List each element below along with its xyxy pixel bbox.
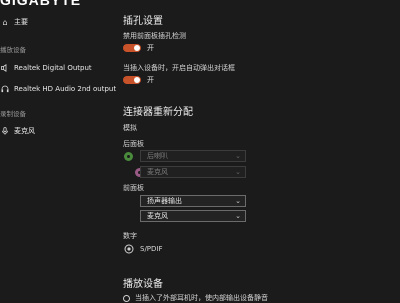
chevron-down-icon: ⌄ [235,152,241,160]
chevron-down-icon: ⌄ [235,212,241,220]
select-value: 麦克风 [147,212,168,220]
sidebar-item-label: 麦克风 [14,127,35,135]
sidebar-item-label: 主要 [14,18,28,26]
toggle-state-label: 开 [147,44,154,52]
sidebar-item-home[interactable]: ⌂ 主要 [0,16,28,28]
spdif-label: S/PDIF [140,245,163,253]
chevron-down-icon: ⌄ [235,197,241,205]
sidebar-item-realtek-digital-output[interactable]: Realtek Digital Output [0,62,92,74]
rear-jack-1-select[interactable]: 后喇叭 ⌄ [140,150,246,162]
sidebar-item-realtek-hd-audio-2nd-output[interactable]: Realtek HD Audio 2nd output [0,83,116,95]
select-value: 麦克风 [147,168,168,176]
speaker-icon [0,63,10,73]
connector-reassign-title: 连接器重新分配 [123,107,193,118]
sidebar-section-recording: 录制设备 [0,110,26,118]
front-jack-2-select[interactable]: 麦克风 ⌄ [140,210,246,222]
sidebar-item-label: Realtek HD Audio 2nd output [14,85,117,93]
popup-on-insert-toggle[interactable] [123,76,141,84]
disable-front-detect-label: 禁用前面板插孔检测 [123,32,186,40]
rear-jack-green-icon [124,152,133,161]
toggle-state-label: 开 [147,76,154,84]
rear-jack-2-select[interactable]: 麦克风 ⌄ [140,166,246,178]
jack-settings-title: 插孔设置 [123,16,163,27]
playback-devices-title: 播放设备 [123,279,163,290]
rear-panel-label: 后面板 [123,140,144,148]
mute-internal-option-label: 当插入了外部耳机时，使内部输出设备静音 [135,294,268,302]
disable-front-detect-toggle-row: 开 [123,43,154,53]
home-icon: ⌂ [2,17,8,27]
sidebar-item-label: Realtek Digital Output [14,64,92,72]
popup-on-insert-toggle-row: 开 [123,75,154,85]
disable-front-detect-toggle[interactable] [123,44,141,52]
microphone-icon [0,126,10,136]
spdif-jack-icon [124,244,134,256]
select-value: 后喇叭 [147,152,168,160]
front-panel-label: 前面板 [123,184,144,192]
chevron-down-icon: ⌄ [235,168,241,176]
sidebar-section-playback: 播放设备 [0,46,26,54]
select-value: 扬声器输出 [147,197,182,205]
front-jack-1-select[interactable]: 扬声器输出 ⌄ [140,195,246,207]
sidebar-item-microphone[interactable]: 麦克风 [0,125,35,137]
headphones-icon [0,84,10,94]
digital-label: 数字 [123,232,137,240]
mute-internal-option[interactable]: 当插入了外部耳机时，使内部输出设备静音 [123,293,268,303]
analog-label: 模拟 [123,124,137,132]
radio-button[interactable] [123,294,130,302]
popup-on-insert-label: 当插入设备时，开启自动弹出对话框 [123,64,235,72]
brand-logo: GIGABYTE [0,0,82,8]
